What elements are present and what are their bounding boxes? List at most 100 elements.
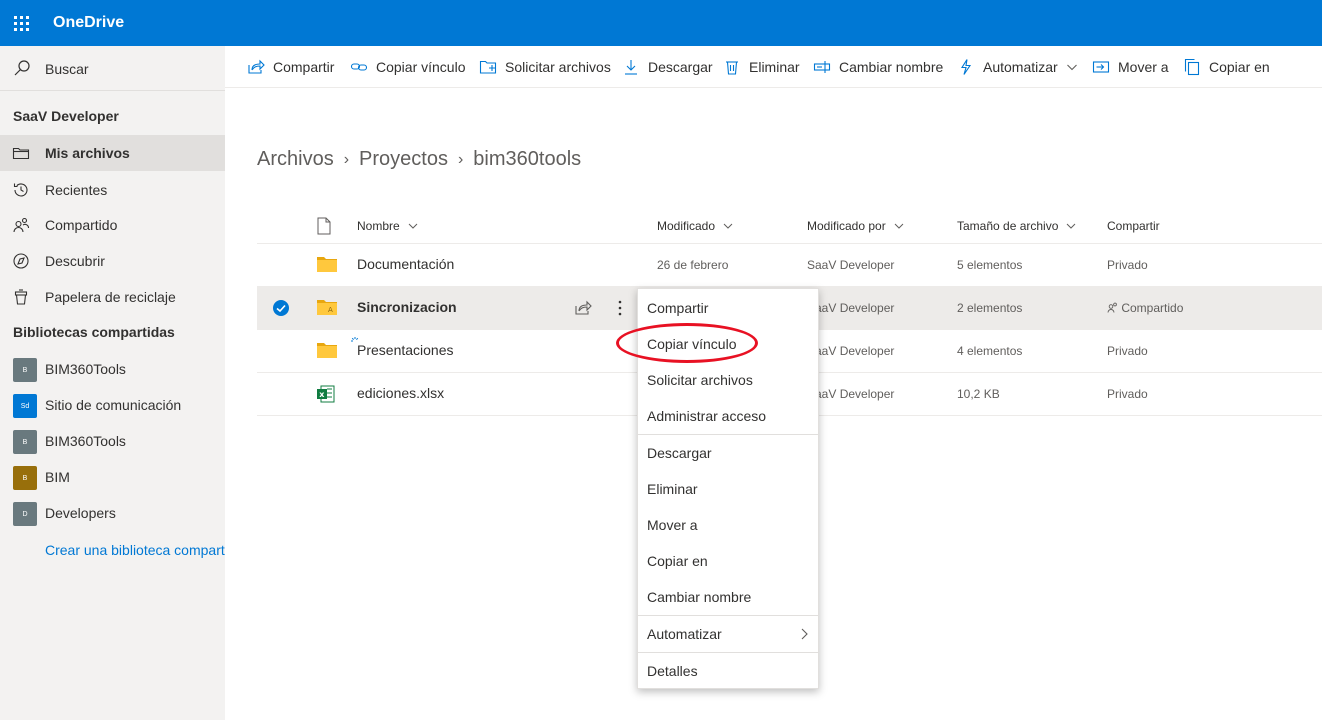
breadcrumb-item[interactable]: Archivos — [257, 148, 334, 171]
top-header: OneDrive — [0, 0, 1322, 46]
size-cell: 2 elementos — [957, 301, 1023, 315]
people-icon — [13, 217, 30, 233]
move-to-button[interactable]: Mover a — [1092, 46, 1169, 88]
column-label: Tamaño de archivo — [957, 219, 1059, 233]
modified-by-cell: SaaV Developer — [807, 258, 895, 272]
menu-item-label: Descargar — [647, 445, 712, 461]
menu-item-label: Administrar acceso — [647, 408, 767, 424]
search-label: Buscar — [45, 61, 89, 77]
app-launcher-button[interactable] — [0, 0, 42, 46]
menu-item-request-files[interactable]: Solicitar archivos — [638, 362, 818, 398]
menu-item-download[interactable]: Descargar — [638, 435, 818, 471]
more-options-icon[interactable] — [617, 299, 623, 317]
menu-item-manage-access[interactable]: Administrar acceso — [638, 398, 818, 434]
share-icon[interactable] — [574, 299, 592, 317]
library-label: BIM — [45, 469, 70, 485]
menu-item-copy-to[interactable]: Copiar en — [638, 543, 818, 579]
library-badge: B — [13, 430, 37, 454]
trash-icon — [726, 61, 738, 75]
create-shared-library-link[interactable]: Crear una biblioteca compartida — [45, 542, 225, 558]
delete-button[interactable]: Eliminar — [723, 46, 800, 88]
sharing-cell: Privado — [1107, 344, 1148, 358]
delete-label: Eliminar — [749, 59, 800, 75]
table-row[interactable]: Documentación 26 de febrero SaaV Develop… — [257, 244, 1322, 287]
move-to-label: Mover a — [1118, 59, 1169, 75]
menu-item-automate[interactable]: Automatizar — [638, 616, 818, 652]
library-item-communication-site[interactable]: Sd Sitio de comunicación — [0, 387, 225, 423]
column-label: Compartir — [1107, 219, 1160, 233]
column-header-file-size[interactable]: Tamaño de archivo — [957, 219, 1076, 233]
sidebar-item-recent[interactable]: Recientes — [0, 172, 225, 208]
sidebar-item-label: Papelera de reciclaje — [45, 289, 176, 305]
menu-item-label: Cambiar nombre — [647, 589, 752, 605]
chevron-down-icon — [723, 223, 733, 229]
column-label: Modificado por — [807, 219, 886, 233]
app-title[interactable]: OneDrive — [53, 14, 124, 32]
file-name[interactable]: ediciones.xlsx — [357, 385, 444, 401]
column-label: Nombre — [357, 219, 400, 233]
column-label: Modificado — [657, 219, 716, 233]
breadcrumb-current[interactable]: bim360tools — [473, 148, 581, 171]
menu-item-label: Copiar en — [647, 553, 708, 569]
copy-to-button[interactable]: Copiar en — [1183, 46, 1270, 88]
automate-button[interactable]: Automatizar — [957, 46, 1078, 88]
download-button[interactable]: Descargar — [622, 46, 713, 88]
sidebar-item-discover[interactable]: Descubrir — [0, 243, 225, 279]
menu-item-label: Detalles — [647, 663, 698, 679]
file-name[interactable]: Sincronizacion — [357, 299, 457, 315]
library-badge: B — [13, 466, 37, 490]
sharing-cell: Privado — [1107, 258, 1148, 272]
shared-libraries-title: Bibliotecas compartidas — [13, 324, 175, 340]
request-files-label: Solicitar archivos — [505, 59, 611, 75]
people-icon — [1107, 302, 1117, 313]
size-cell: 5 elementos — [957, 258, 1023, 272]
menu-item-details[interactable]: Detalles — [638, 653, 818, 689]
sidebar-item-my-files[interactable]: Mis archivos — [0, 135, 225, 171]
recycle-bin-icon — [14, 289, 28, 305]
sharing-cell: Compartido — [1107, 301, 1183, 315]
file-name[interactable]: Presentaciones — [357, 342, 454, 358]
sidebar-item-recycle-bin[interactable]: Papelera de reciclaje — [0, 279, 225, 315]
download-label: Descargar — [648, 59, 713, 75]
folder-icon — [317, 343, 337, 358]
breadcrumb: Archivos › Proyectos › bim360tools — [257, 148, 581, 171]
library-item-bim[interactable]: B BIM — [0, 459, 225, 495]
chevron-down-icon — [408, 223, 418, 229]
waffle-icon — [13, 15, 29, 31]
excel-file-icon: x — [317, 385, 335, 403]
search-box[interactable]: Buscar — [0, 46, 225, 90]
menu-item-delete[interactable]: Eliminar — [638, 471, 818, 507]
library-item-bim360tools[interactable]: B BIM360Tools — [0, 351, 225, 387]
chevron-right-icon: › — [457, 150, 464, 168]
checkmark-circle-icon[interactable] — [273, 300, 289, 316]
breadcrumb-item[interactable]: Proyectos — [359, 148, 448, 171]
automate-label: Automatizar — [983, 59, 1058, 75]
sidebar-item-shared[interactable]: Compartido — [0, 207, 225, 243]
sidebar-item-label: Mis archivos — [45, 145, 130, 161]
modified-by-cell: SaaV Developer — [807, 301, 895, 315]
menu-item-rename[interactable]: Cambiar nombre — [638, 579, 818, 615]
file-type-icon[interactable] — [317, 217, 331, 235]
menu-item-share[interactable]: Compartir — [638, 290, 818, 326]
copy-link-button[interactable]: Copiar vínculo — [350, 46, 466, 88]
file-list-header: Nombre Modificado Modificado por Tamaño … — [257, 208, 1322, 244]
chevron-down-icon — [1066, 64, 1077, 71]
request-files-button[interactable]: Solicitar archivos — [479, 46, 611, 88]
library-item-bim360tools-2[interactable]: B BIM360Tools — [0, 423, 225, 459]
share-button[interactable]: Compartir — [247, 46, 334, 88]
file-name[interactable]: Documentación — [357, 256, 454, 272]
library-item-developers[interactable]: D Developers — [0, 495, 225, 531]
column-header-modified-by[interactable]: Modificado por — [807, 219, 904, 233]
column-header-modified[interactable]: Modificado — [657, 219, 733, 233]
link-icon — [350, 63, 368, 71]
rename-button[interactable]: Cambiar nombre — [813, 46, 943, 88]
menu-item-label: Compartir — [647, 300, 709, 316]
column-header-name[interactable]: Nombre — [357, 219, 418, 233]
sharing-cell: Privado — [1107, 387, 1148, 401]
menu-item-move-to[interactable]: Mover a — [638, 507, 818, 543]
size-cell: 4 elementos — [957, 344, 1023, 358]
divider — [0, 90, 225, 91]
rename-label: Cambiar nombre — [839, 59, 944, 75]
column-header-sharing[interactable]: Compartir — [1107, 219, 1160, 233]
chevron-down-icon — [894, 223, 904, 229]
